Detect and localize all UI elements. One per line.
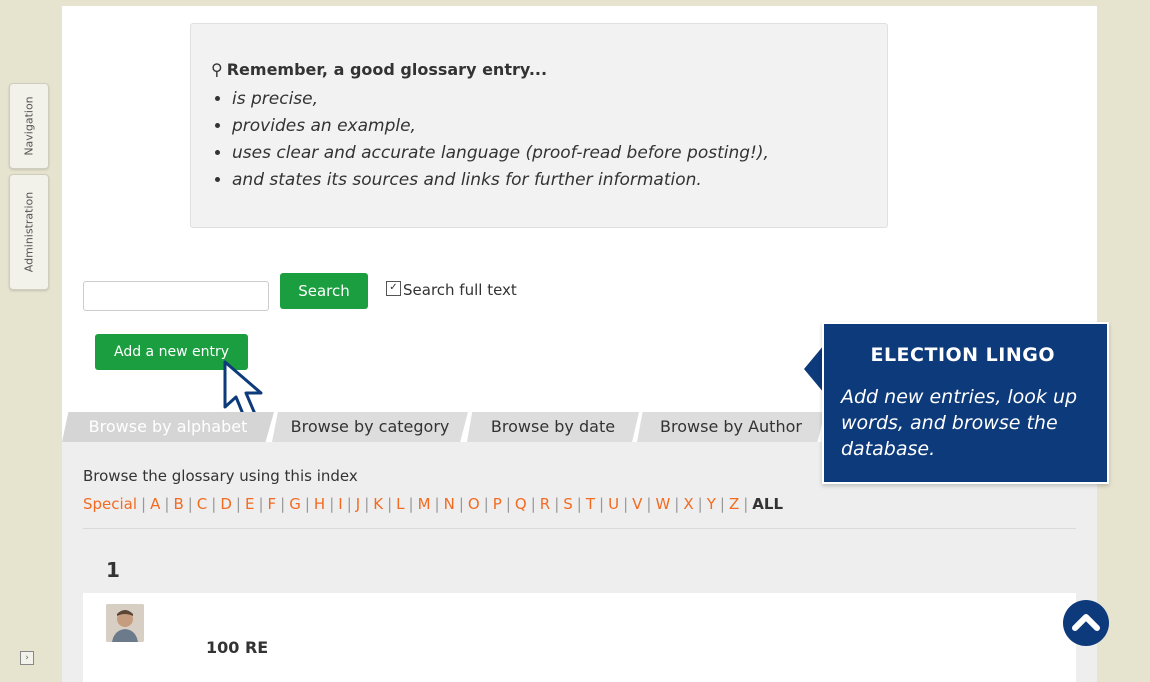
- alphabet-link-r[interactable]: R: [540, 495, 550, 513]
- alphabet-separator: |: [211, 495, 217, 513]
- alphabet-separator: |: [387, 495, 393, 513]
- section-letter: 1: [106, 558, 120, 582]
- tab-browse-category[interactable]: Browse by category: [272, 412, 468, 442]
- divider: [83, 528, 1076, 529]
- left-rail: Navigation Administration ›: [0, 0, 62, 682]
- alphabet-link-q[interactable]: Q: [515, 495, 527, 513]
- alphabet-link-h[interactable]: H: [314, 495, 325, 513]
- sidebar-tab-label: Administration: [22, 191, 36, 273]
- browse-tabs: Browse by alphabet Browse by category Br…: [62, 412, 825, 442]
- alphabet-link-special[interactable]: Special: [83, 495, 137, 513]
- election-lingo-banner: ELECTION LINGO Add new entries, look up …: [822, 322, 1109, 484]
- alphabet-link-all[interactable]: ALL: [752, 495, 783, 513]
- sidebar-tab-navigation[interactable]: Navigation: [9, 83, 49, 169]
- alphabet-separator: |: [258, 495, 264, 513]
- alphabet-index: Special | A | B | C | D | E | F | G | H | I | J | K | L | M | N | O | P |…: [83, 495, 783, 513]
- alphabet-link-n[interactable]: N: [444, 495, 455, 513]
- alphabet-link-k[interactable]: K: [373, 495, 383, 513]
- alphabet-link-s[interactable]: S: [563, 495, 573, 513]
- fulltext-checkbox[interactable]: ✓: [386, 281, 401, 296]
- browse-hint: Browse the glossary using this index: [83, 467, 358, 485]
- sidebar-tab-administration[interactable]: Administration: [9, 174, 49, 290]
- tab-browse-alphabet[interactable]: Browse by alphabet: [62, 412, 274, 442]
- alphabet-separator: |: [304, 495, 310, 513]
- tab-browse-author[interactable]: Browse by Author: [637, 412, 825, 442]
- alphabet-link-t[interactable]: T: [586, 495, 595, 513]
- alphabet-separator: |: [346, 495, 352, 513]
- alphabet-separator: |: [576, 495, 582, 513]
- banner-title: ELECTION LINGO: [870, 344, 1055, 366]
- callout-title-text: Remember, a good glossary entry...: [226, 60, 548, 79]
- search-fulltext-option[interactable]: ✓ Search full text: [386, 281, 517, 299]
- alphabet-link-w[interactable]: W: [655, 495, 670, 513]
- alphabet-separator: |: [646, 495, 652, 513]
- alphabet-link-v[interactable]: V: [632, 495, 642, 513]
- alphabet-link-p[interactable]: P: [493, 495, 502, 513]
- fulltext-label: Search full text: [403, 281, 517, 299]
- tab-browse-date[interactable]: Browse by date: [467, 412, 639, 442]
- alphabet-link-b[interactable]: B: [173, 495, 183, 513]
- alphabet-separator: |: [329, 495, 335, 513]
- alphabet-separator: |: [408, 495, 414, 513]
- alphabet-link-u[interactable]: U: [608, 495, 619, 513]
- alphabet-link-y[interactable]: Y: [707, 495, 716, 513]
- alphabet-link-o[interactable]: O: [468, 495, 480, 513]
- alphabet-separator: |: [364, 495, 370, 513]
- back-to-top-button[interactable]: [1063, 600, 1109, 646]
- list-item: and states its sources and links for fur…: [232, 167, 769, 194]
- alphabet-link-g[interactable]: G: [289, 495, 301, 513]
- sidebar-tab-label: Navigation: [22, 96, 36, 156]
- alphabet-link-c[interactable]: C: [197, 495, 207, 513]
- alphabet-link-e[interactable]: E: [245, 495, 254, 513]
- search-button[interactable]: Search: [280, 273, 368, 309]
- alphabet-separator: |: [743, 495, 749, 513]
- alphabet-separator: |: [674, 495, 680, 513]
- banner-text: Add new entries, look up words, and brow…: [841, 386, 1078, 460]
- alphabet-separator: |: [623, 495, 629, 513]
- alphabet-separator: |: [483, 495, 489, 513]
- alphabet-separator: |: [280, 495, 286, 513]
- alphabet-separator: |: [554, 495, 560, 513]
- alphabet-link-x[interactable]: X: [683, 495, 693, 513]
- alphabet-separator: |: [187, 495, 193, 513]
- alphabet-link-j[interactable]: J: [356, 495, 360, 513]
- alphabet-separator: |: [697, 495, 703, 513]
- alphabet-link-m[interactable]: M: [418, 495, 431, 513]
- alphabet-link-z[interactable]: Z: [729, 495, 739, 513]
- dock-toggle-icon[interactable]: ›: [20, 651, 34, 665]
- alphabet-separator: |: [505, 495, 511, 513]
- alphabet-link-a[interactable]: A: [150, 495, 160, 513]
- alphabet-separator: |: [164, 495, 170, 513]
- alphabet-link-l[interactable]: L: [396, 495, 404, 513]
- alphabet-separator: |: [599, 495, 605, 513]
- alphabet-separator: |: [719, 495, 725, 513]
- alphabet-link-f[interactable]: F: [268, 495, 277, 513]
- list-item: is precise,: [232, 86, 769, 113]
- glossary-tips-callout: ⚲Remember, a good glossary entry... is p…: [190, 23, 888, 228]
- alphabet-separator: |: [235, 495, 241, 513]
- alphabet-separator: |: [434, 495, 440, 513]
- lightbulb-icon: ⚲: [211, 60, 223, 79]
- search-input[interactable]: [83, 281, 269, 311]
- list-item: provides an example,: [232, 113, 769, 140]
- list-item: uses clear and accurate language (proof-…: [232, 140, 769, 167]
- alphabet-separator: |: [458, 495, 464, 513]
- alphabet-link-i[interactable]: I: [338, 495, 342, 513]
- alphabet-separator: |: [141, 495, 147, 513]
- tips-list: is precise, provides an example, uses cl…: [214, 86, 769, 194]
- callout-title: ⚲ Remember, a good glossary entry...: [211, 60, 547, 79]
- alphabet-separator: |: [530, 495, 536, 513]
- entry-title[interactable]: 100 RE: [206, 638, 268, 657]
- banner-pointer: [804, 345, 824, 393]
- alphabet-link-d[interactable]: D: [220, 495, 232, 513]
- avatar[interactable]: [106, 604, 144, 642]
- chevron-up-icon: [1072, 614, 1100, 631]
